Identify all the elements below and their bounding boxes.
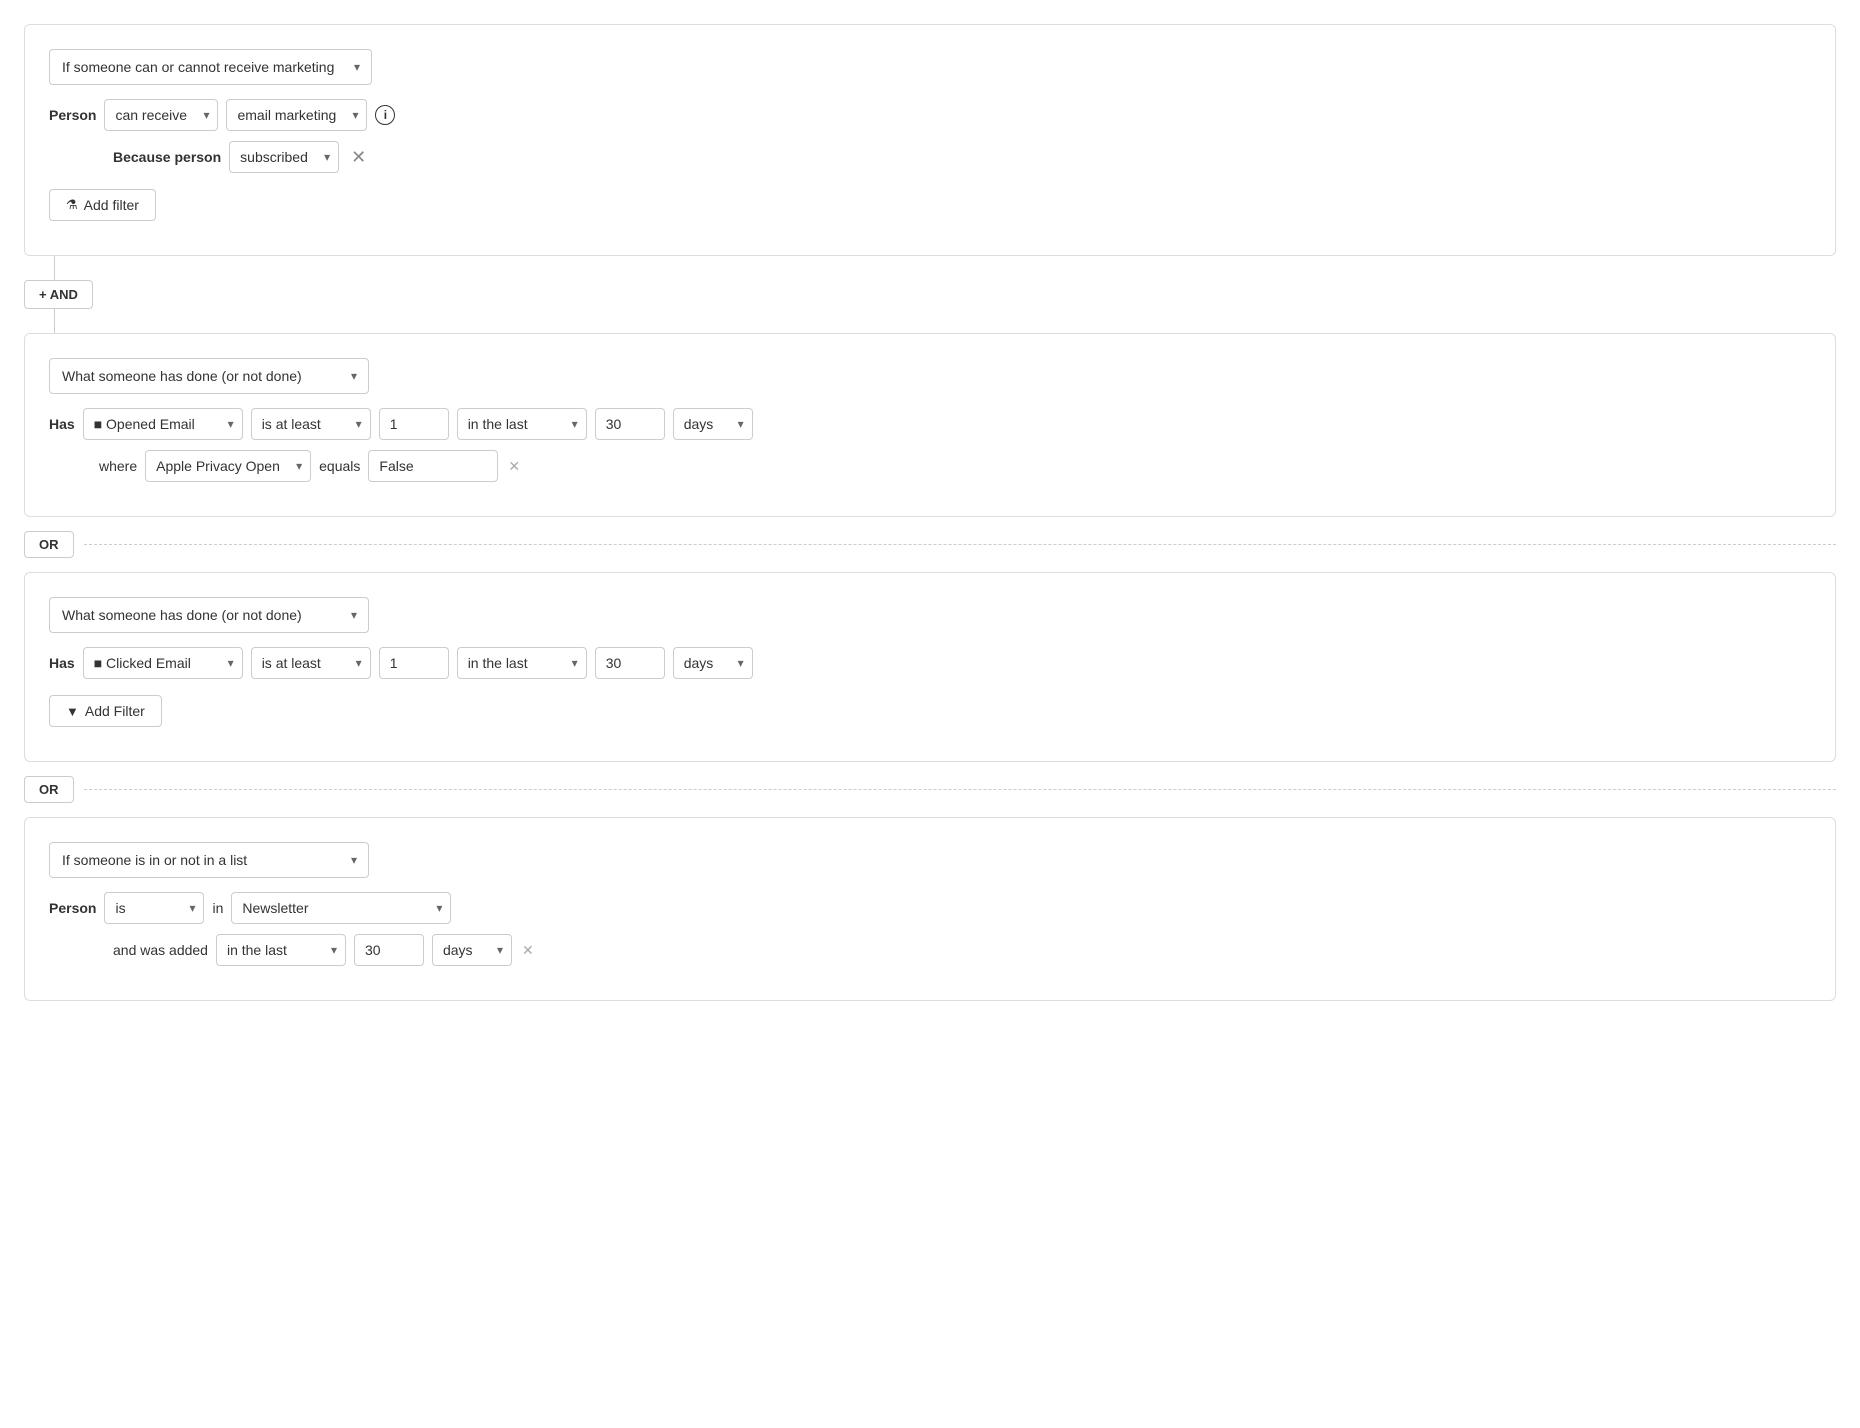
vertical-line-bottom [54,317,55,333]
where-field-wrap[interactable]: Apple Privacy Open [145,450,311,482]
remove-was-added-btn[interactable]: ✕ [520,943,536,957]
time-unit-1[interactable]: days [673,408,753,440]
because-dropdown[interactable]: subscribed [229,141,339,173]
add-filter-btn-1[interactable]: ⚗ Add filter [49,189,156,221]
list-dropdown[interactable]: Newsletter [231,892,451,924]
was-added-unit-wrap[interactable]: days [432,934,512,966]
because-dropdown-wrap[interactable]: subscribed [229,141,339,173]
or-button-2[interactable]: OR [24,776,74,803]
section-marketing: If someone can or cannot receive marketi… [24,24,1836,256]
and-connector: + AND [24,256,1836,333]
vertical-line-top [54,256,55,272]
was-added-label: and was added [113,942,208,958]
equals-value-input[interactable] [368,450,498,482]
time-unit-2-wrap[interactable]: days [673,647,753,679]
and-btn-wrap: + AND [24,272,93,317]
value-input-2[interactable] [379,647,449,679]
where-label: where [99,458,137,474]
condition-dropdown-4-wrap[interactable]: If someone is in or not in a list [49,842,369,878]
filter-icon-2: ▼ [66,704,79,719]
has-label-2: Has [49,655,75,671]
was-added-time-dropdown[interactable]: in the last [216,934,346,966]
equals-label: equals [319,458,360,474]
time-unit-2[interactable]: days [673,647,753,679]
add-filter-label-1: Add filter [84,197,139,213]
remove-because-btn[interactable]: ✕ [347,148,370,166]
operator-dropdown-1-wrap[interactable]: is at least [251,408,371,440]
was-added-unit-dropdown[interactable]: days [432,934,512,966]
time-unit-1-wrap[interactable]: days [673,408,753,440]
action-dropdown-1-wrap[interactable]: ■ Opened Email [83,408,243,440]
person-label-1: Person [49,107,96,123]
time-operator-1[interactable]: in the last [457,408,587,440]
value-input-1[interactable] [379,408,449,440]
action-dropdown-2-wrap[interactable]: ■ Clicked Email [83,647,243,679]
action-dropdown-2[interactable]: ■ Clicked Email [83,647,243,679]
list-dropdown-wrap[interactable]: Newsletter [231,892,451,924]
time-operator-1-wrap[interactable]: in the last [457,408,587,440]
person-is-dropdown[interactable]: is [104,892,204,924]
condition-dropdown-2[interactable]: What someone has done (or not done) [49,358,369,394]
marketing-type-wrap[interactable]: email marketing [226,99,367,131]
has-label-1: Has [49,416,75,432]
section-list: If someone is in or not in a list Person… [24,817,1836,1001]
was-added-time-wrap[interactable]: in the last [216,934,346,966]
operator-dropdown-1[interactable]: is at least [251,408,371,440]
marketing-type-dropdown[interactable]: email marketing [226,99,367,131]
and-button[interactable]: + AND [24,280,93,309]
person-label-4: Person [49,900,96,916]
where-field-dropdown[interactable]: Apple Privacy Open [145,450,311,482]
filter-icon-1: ⚗ [66,197,78,213]
time-value-input-1[interactable] [595,408,665,440]
add-filter-label-2: Add Filter [85,703,145,719]
can-receive-dropdown[interactable]: can receive [104,99,218,131]
operator-dropdown-2-wrap[interactable]: is at least [251,647,371,679]
time-operator-2-wrap[interactable]: in the last [457,647,587,679]
because-label: Because person [113,149,221,165]
condition-dropdown-3-wrap[interactable]: What someone has done (or not done) [49,597,369,633]
or-divider-line-1 [84,544,1837,545]
info-icon-1[interactable]: i [375,105,395,125]
can-receive-wrap[interactable]: can receive [104,99,218,131]
or-divider-line-2 [84,789,1837,790]
add-filter-btn-2[interactable]: ▼ Add Filter [49,695,162,727]
time-operator-2[interactable]: in the last [457,647,587,679]
section-opened-email: What someone has done (or not done) Has … [24,333,1836,517]
operator-dropdown-2[interactable]: is at least [251,647,371,679]
remove-where-btn[interactable]: ✕ [506,459,522,473]
or-button-1[interactable]: OR [24,531,74,558]
condition-dropdown-2-wrap[interactable]: What someone has done (or not done) [49,358,369,394]
condition-dropdown-1[interactable]: If someone can or cannot receive marketi… [49,49,372,85]
was-added-value-input[interactable] [354,934,424,966]
person-is-wrap[interactable]: is [104,892,204,924]
action-dropdown-1[interactable]: ■ Opened Email [83,408,243,440]
time-value-input-2[interactable] [595,647,665,679]
or-divider-2: OR [24,776,1836,803]
section-clicked-email: What someone has done (or not done) Has … [24,572,1836,762]
in-label: in [212,900,223,916]
condition-dropdown-4[interactable]: If someone is in or not in a list [49,842,369,878]
or-divider-1: OR [24,531,1836,558]
condition-dropdown-3[interactable]: What someone has done (or not done) [49,597,369,633]
